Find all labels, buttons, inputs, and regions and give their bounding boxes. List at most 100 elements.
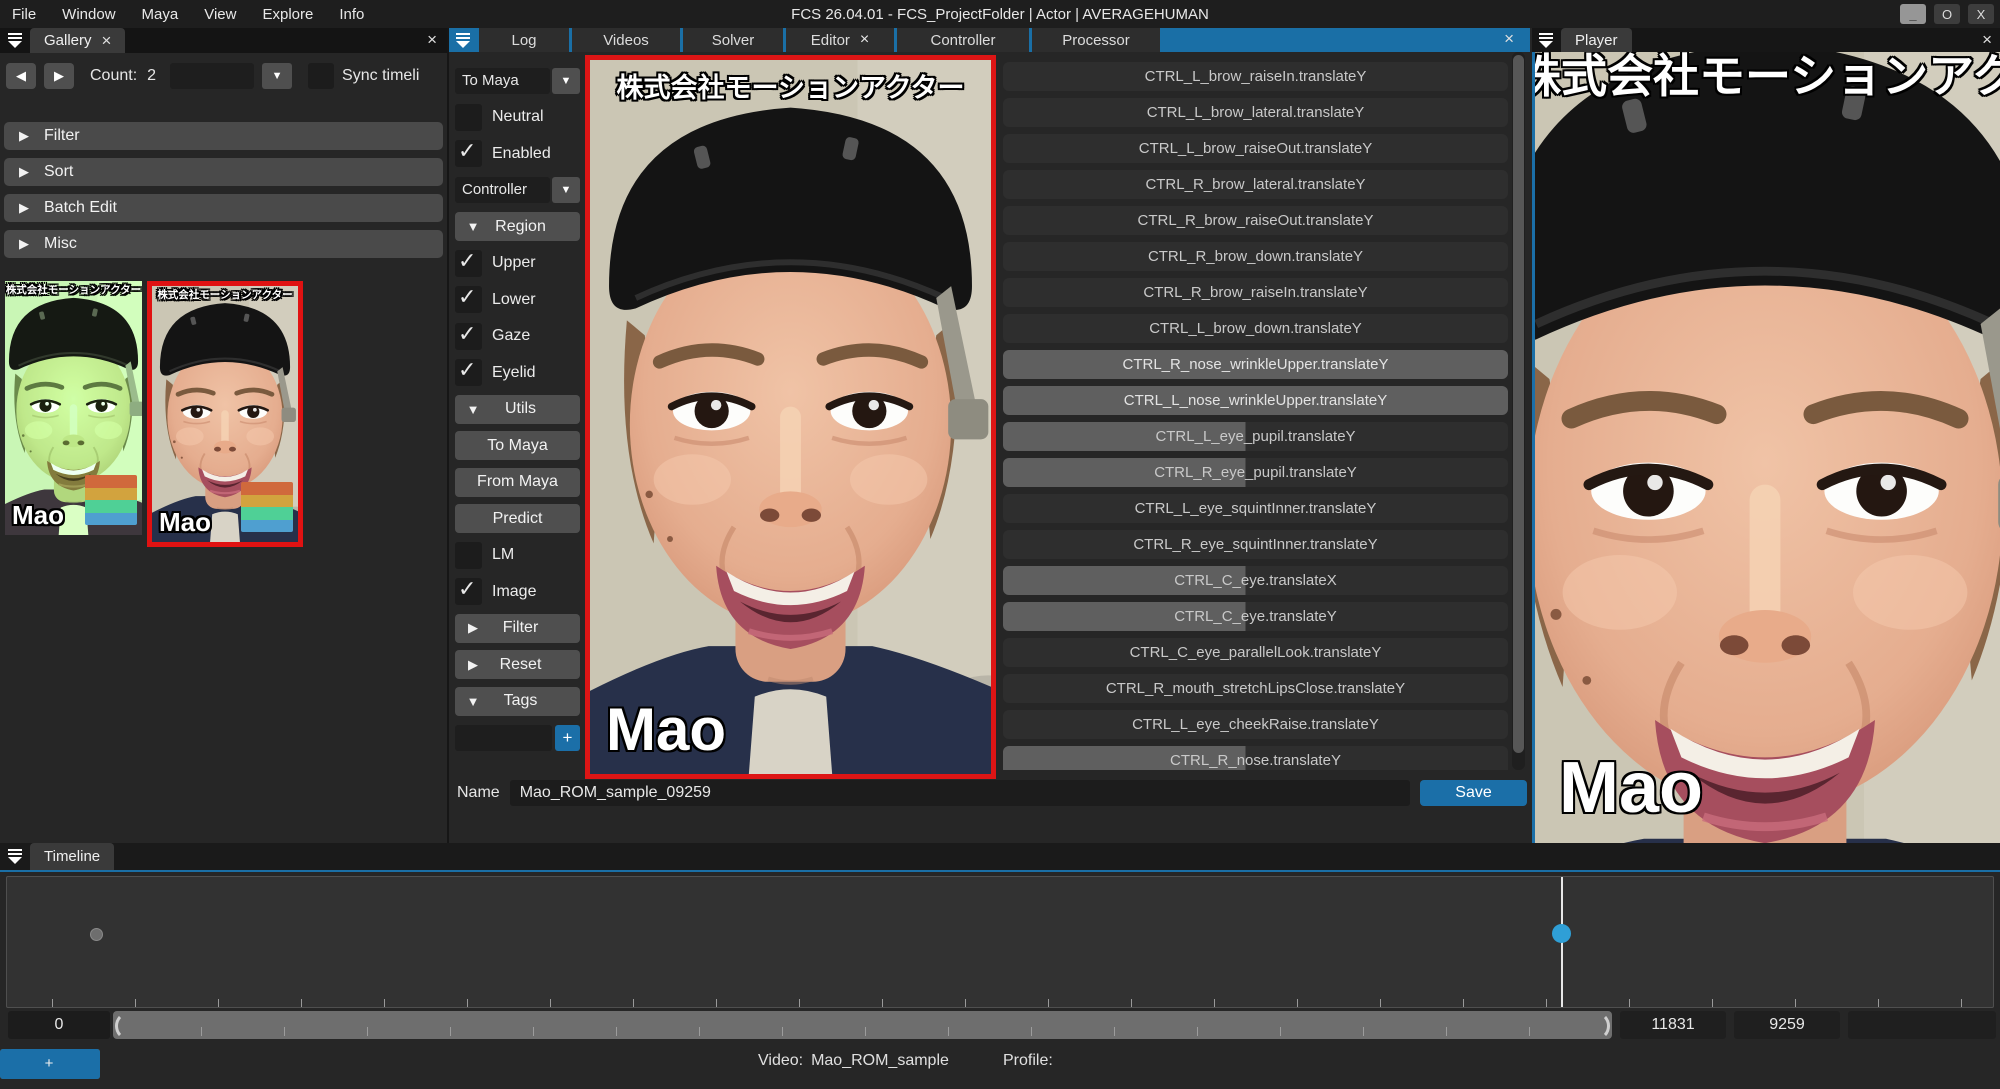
- to-maya-button[interactable]: To Maya: [455, 431, 580, 460]
- editor-tab[interactable]: Videos ×: [572, 28, 680, 52]
- tab-timeline[interactable]: Timeline: [30, 843, 114, 870]
- dropdown-arrow-icon[interactable]: ▼: [552, 68, 580, 94]
- region-checkbox[interactable]: ✓: [455, 250, 482, 277]
- enabled-checkbox[interactable]: ✓: [455, 140, 482, 167]
- timeline-panel: Timeline 0 11831 9259 |< << >: [0, 843, 2000, 1089]
- menu-item[interactable]: View: [204, 6, 236, 23]
- controller-slider[interactable]: CTRL_L_nose_wrinkleUpper.translateY: [1003, 386, 1508, 415]
- current-frame-box[interactable]: 9259: [1734, 1011, 1840, 1039]
- player-panel-close-icon[interactable]: ×: [1982, 31, 1992, 48]
- controller-slider[interactable]: CTRL_R_brow_lateral.translateY: [1003, 170, 1508, 199]
- controller-slider[interactable]: CTRL_C_eye.translateX: [1003, 566, 1508, 595]
- close-button[interactable]: X: [1968, 4, 1994, 24]
- editor-tab[interactable]: Processor ×: [1032, 28, 1160, 52]
- gallery-panel-close-icon[interactable]: ×: [427, 31, 437, 48]
- end-frame-box[interactable]: 11831: [1620, 1011, 1726, 1039]
- next-thumbnail-button[interactable]: ▶: [44, 63, 74, 89]
- controller-slider[interactable]: CTRL_L_eye_cheekRaise.translateY: [1003, 710, 1508, 739]
- neutral-checkbox[interactable]: ✓: [455, 104, 482, 131]
- controller-list-scrollbar[interactable]: [1512, 52, 1525, 770]
- menu-item[interactable]: File: [12, 6, 36, 23]
- dropdown-arrow-icon[interactable]: ▼: [262, 63, 292, 89]
- utils-section-header[interactable]: ▼ Utils: [455, 395, 580, 424]
- collapsible-section[interactable]: ▶ Misc: [4, 230, 443, 258]
- tab-gallery[interactable]: Gallery ×: [30, 28, 125, 53]
- sync-timeline-checkbox[interactable]: ✓: [308, 63, 334, 89]
- controller-slider[interactable]: CTRL_R_mouth_stretchLipsClose.translateY: [1003, 674, 1508, 703]
- timeline-range-slider[interactable]: [113, 1011, 1612, 1039]
- range-left-cap-icon[interactable]: [115, 1012, 141, 1040]
- controller-slider[interactable]: CTRL_R_eye_pupil.translateY: [1003, 458, 1508, 487]
- range-right-cap-icon[interactable]: [1584, 1012, 1610, 1040]
- filter-section-header[interactable]: ▶ Filter: [455, 614, 580, 643]
- editor-tab[interactable]: Solver ×: [683, 28, 783, 52]
- save-button[interactable]: Save: [1420, 780, 1527, 806]
- lm-checkbox[interactable]: ✓: [455, 542, 482, 569]
- menu-item[interactable]: Window: [62, 6, 115, 23]
- keyframe-marker-dot[interactable]: [90, 928, 103, 941]
- panel-menu-icon[interactable]: [6, 849, 24, 864]
- reset-section-header[interactable]: ▶ Reset: [455, 650, 580, 679]
- collapsible-section[interactable]: ▶ Batch Edit: [4, 194, 443, 222]
- predict-button[interactable]: Predict: [455, 504, 580, 533]
- collapsible-section[interactable]: ▶ Sort: [4, 158, 443, 186]
- maximize-button[interactable]: O: [1934, 4, 1960, 24]
- to-maya-dropdown[interactable]: To Maya: [455, 68, 550, 94]
- expanded-arrow-icon: ▼: [455, 219, 491, 234]
- controller-slider[interactable]: CTRL_L_eye_squintInner.translateY: [1003, 494, 1508, 523]
- menu-item[interactable]: Info: [339, 6, 364, 23]
- thumbnail-mao-2-selected[interactable]: 株式会社モーションアクター Mao: [147, 281, 303, 547]
- controller-slider[interactable]: CTRL_L_eye_pupil.translateY: [1003, 422, 1508, 451]
- controller-slider[interactable]: CTRL_R_eye_squintInner.translateY: [1003, 530, 1508, 559]
- controller-slider[interactable]: CTRL_R_nose.translateY: [1003, 746, 1508, 770]
- tab-player[interactable]: Player: [1561, 28, 1632, 52]
- controller-slider[interactable]: CTRL_L_brow_raiseIn.translateY: [1003, 62, 1508, 91]
- start-frame-box[interactable]: 0: [8, 1011, 110, 1039]
- panel-menu-icon[interactable]: [6, 33, 24, 48]
- panel-menu-icon[interactable]: [454, 33, 472, 48]
- controller-slider[interactable]: CTRL_R_brow_raiseIn.translateY: [1003, 278, 1508, 307]
- tab-close-icon[interactable]: ×: [860, 31, 869, 49]
- transport-button[interactable]: +: [0, 1049, 100, 1079]
- collapsible-section[interactable]: ▶ Filter: [4, 122, 443, 150]
- add-tag-button[interactable]: +: [555, 725, 580, 751]
- controller-dropdown[interactable]: Controller: [455, 177, 550, 203]
- controller-slider[interactable]: CTRL_L_brow_raiseOut.translateY: [1003, 134, 1508, 163]
- controller-slider[interactable]: CTRL_R_brow_raiseOut.translateY: [1003, 206, 1508, 235]
- tags-section-header[interactable]: ▼ Tags: [455, 687, 580, 716]
- timeline-tab-bar: Timeline: [0, 843, 2000, 872]
- controller-slider[interactable]: CTRL_C_eye.translateY: [1003, 602, 1508, 631]
- playhead-dot-icon[interactable]: [1552, 924, 1571, 943]
- controller-slider[interactable]: CTRL_R_brow_down.translateY: [1003, 242, 1508, 271]
- dropdown-arrow-icon[interactable]: ▼: [552, 177, 580, 203]
- editor-tab[interactable]: Editor ×: [786, 28, 894, 52]
- editor-panel-close-icon[interactable]: ×: [1504, 30, 1514, 47]
- image-checkbox[interactable]: ✓: [455, 578, 482, 605]
- controller-slider[interactable]: CTRL_C_eye_parallelLook.translateY: [1003, 638, 1508, 667]
- editor-tab[interactable]: Controller ×: [897, 28, 1029, 52]
- controller-slider[interactable]: CTRL_L_brow_lateral.translateY: [1003, 98, 1508, 127]
- from-maya-button[interactable]: From Maya: [455, 468, 580, 497]
- count-label: Count:: [90, 67, 137, 85]
- region-section-header[interactable]: ▼ Region: [455, 212, 580, 241]
- controller-slider[interactable]: CTRL_R_nose_wrinkleUpper.translateY: [1003, 350, 1508, 379]
- region-checkbox[interactable]: ✓: [455, 359, 482, 386]
- region-checkbox[interactable]: ✓: [455, 323, 482, 350]
- panel-menu-icon[interactable]: [1537, 33, 1555, 48]
- extra-frame-box[interactable]: [1848, 1011, 1996, 1039]
- tag-input[interactable]: [455, 725, 552, 751]
- menu-item[interactable]: Explore: [262, 6, 313, 23]
- timeline-canvas[interactable]: [6, 876, 1994, 1008]
- timeline-playhead[interactable]: [1561, 877, 1563, 1007]
- scrollbar-thumb[interactable]: [1513, 55, 1524, 753]
- menu-item[interactable]: Maya: [142, 6, 179, 23]
- tab-close-icon[interactable]: ×: [102, 32, 112, 49]
- region-checkbox[interactable]: ✓: [455, 286, 482, 313]
- minimize-button[interactable]: _: [1900, 4, 1926, 24]
- prev-thumbnail-button[interactable]: ◀: [6, 63, 36, 89]
- controller-slider[interactable]: CTRL_L_brow_down.translateY: [1003, 314, 1508, 343]
- editor-tab[interactable]: Log ×: [479, 28, 569, 52]
- name-input[interactable]: [510, 780, 1410, 806]
- gallery-dropdown[interactable]: [170, 63, 254, 89]
- thumbnail-mao-1[interactable]: 株式会社モーションアクター Mao: [5, 281, 142, 535]
